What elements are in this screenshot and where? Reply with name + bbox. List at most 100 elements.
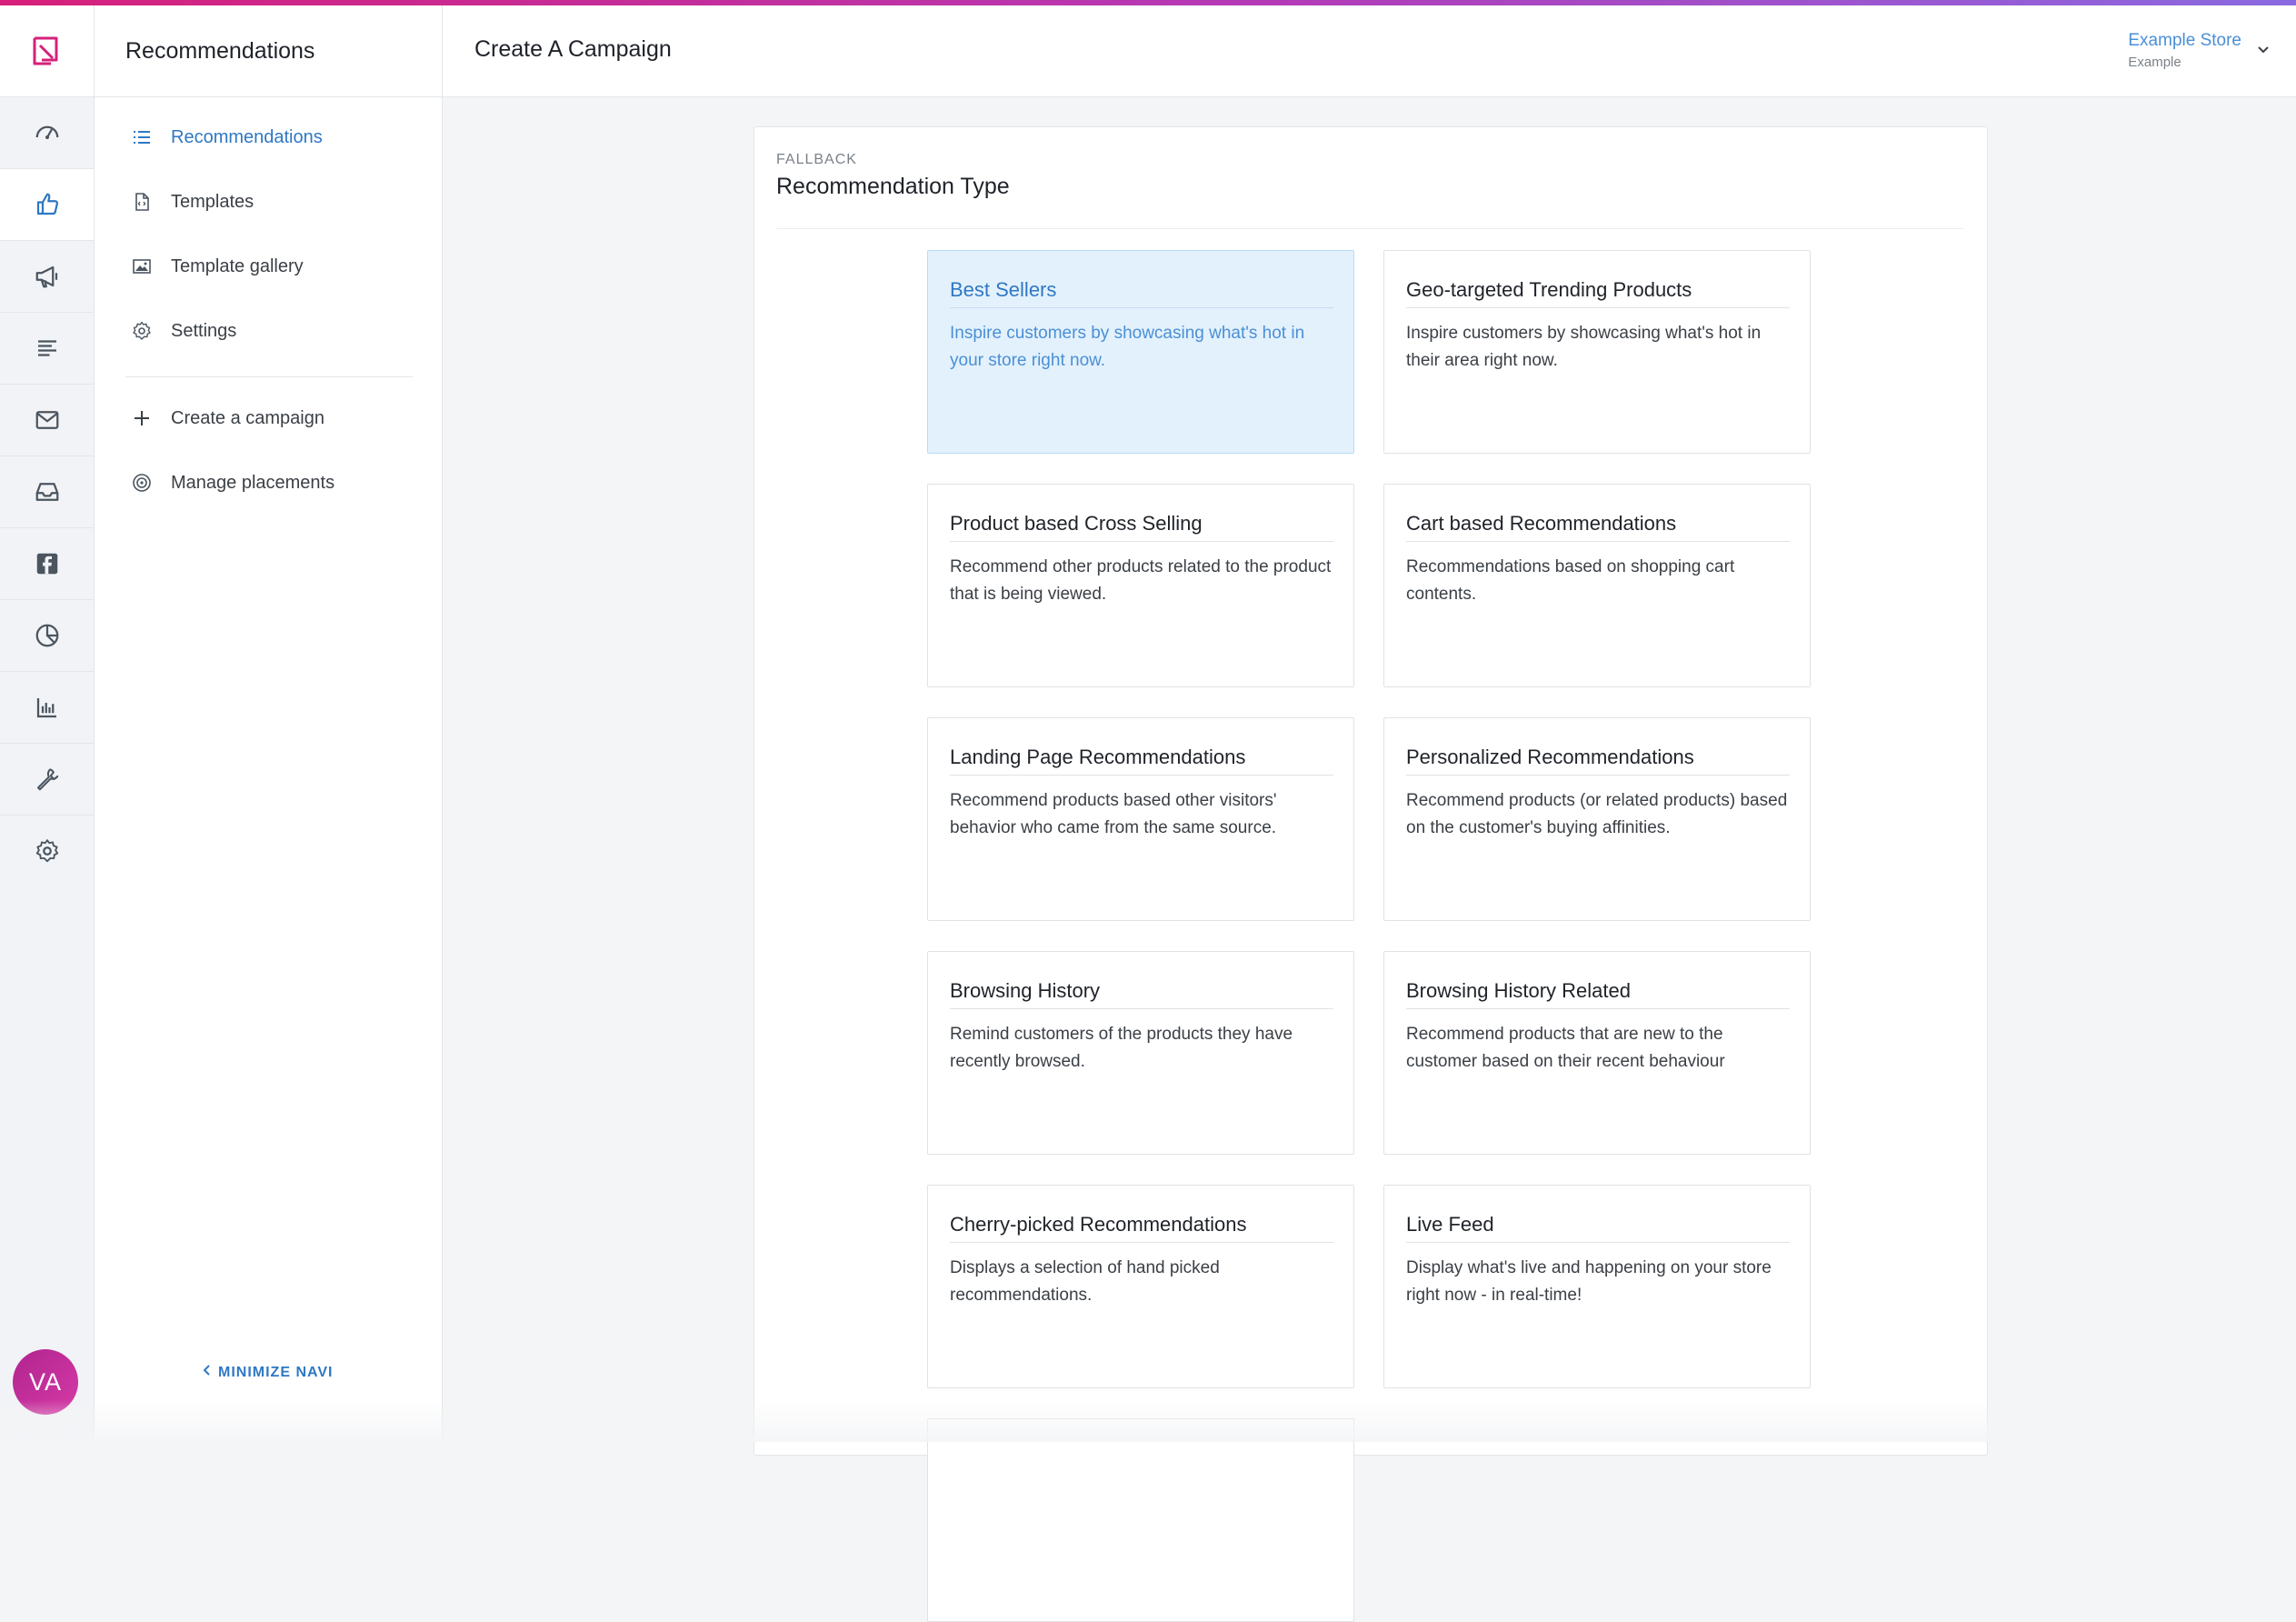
card-description: Inspire customers by showcasing what's h… — [1406, 324, 1762, 370]
app-logo[interactable] — [0, 5, 94, 97]
icon-rail: VA — [0, 5, 95, 1442]
plus-icon — [131, 407, 153, 429]
nav-item-label: Create a campaign — [171, 407, 324, 428]
card-title: Cherry-picked Recommendations — [950, 1213, 1247, 1236]
chevron-down-icon — [2256, 44, 2271, 60]
card-divider — [950, 307, 1333, 308]
store-name: Example Store — [2128, 31, 2241, 50]
page-title: Create A Campaign — [474, 36, 672, 62]
wrench-icon — [36, 768, 58, 791]
nav-item-label: Settings — [171, 320, 237, 341]
nav-item-template-gallery[interactable]: Template gallery — [131, 248, 304, 285]
card-divider — [1406, 1242, 1790, 1243]
rail-reports[interactable] — [0, 672, 94, 744]
nav-item-settings[interactable]: Settings — [131, 313, 236, 349]
card-title: Personalized Recommendations — [1406, 746, 1694, 768]
user-avatar[interactable]: VA — [13, 1349, 78, 1415]
minimize-navi-button[interactable]: MINIMIZE NAVI — [202, 1364, 333, 1381]
card-cart-based[interactable]: Cart based Recommendations Recommendatio… — [1383, 484, 1811, 687]
dashboard-icon — [35, 125, 58, 139]
card-geo-targeted-trending[interactable]: Geo-targeted Trending Products Inspire c… — [1383, 250, 1811, 454]
card-description: Inspire customers by showcasing what's h… — [950, 324, 1305, 370]
card-description: Recommend products (or related products)… — [1406, 791, 1788, 837]
panel-eyebrow: FALLBACK — [776, 152, 857, 167]
store-subtitle: Example — [2128, 55, 2181, 70]
nav-item-recommendations[interactable]: Recommendations — [131, 119, 323, 155]
gear-icon — [131, 320, 153, 342]
card-title: Product based Cross Selling — [950, 512, 1203, 535]
chevron-left-icon — [202, 1364, 213, 1381]
card-description: Displays a selection of hand picked reco… — [950, 1258, 1220, 1305]
target-icon — [131, 472, 153, 494]
thumbs-up-icon — [36, 193, 58, 215]
rail-settings[interactable] — [0, 816, 94, 886]
card-description: Remind customers of the products they ha… — [950, 1025, 1293, 1071]
card-title: Browsing History Related — [1406, 979, 1631, 1002]
inbox-icon — [35, 483, 58, 501]
card-partial[interactable] — [927, 1418, 1354, 1622]
secondary-nav: Recommendations Recommendations Template… — [95, 5, 443, 1442]
rail-email[interactable] — [0, 385, 94, 456]
gear-icon — [35, 839, 58, 863]
card-divider — [1406, 307, 1790, 308]
nav-item-manage-placements[interactable]: Manage placements — [131, 465, 334, 501]
card-divider — [1406, 1008, 1790, 1009]
card-title: Landing Page Recommendations — [950, 746, 1246, 768]
card-browsing-history[interactable]: Browsing History Remind customers of the… — [927, 951, 1354, 1155]
megaphone-icon — [35, 265, 57, 288]
pie-chart-icon — [35, 624, 58, 647]
card-title: Best Sellers — [950, 278, 1057, 301]
card-divider — [950, 1008, 1333, 1009]
card-description: Recommend products based other visitors'… — [950, 791, 1277, 837]
rail-inbox[interactable] — [0, 456, 94, 528]
card-divider — [950, 541, 1333, 542]
page-header: Create A Campaign Example Store Example — [443, 5, 2296, 97]
rail-tools[interactable] — [0, 744, 94, 816]
nav-item-label: Recommendations — [171, 126, 323, 147]
recommendation-type-panel: FALLBACK Recommendation Type Best Seller… — [754, 126, 1988, 1622]
nav-item-templates[interactable]: Templates — [131, 184, 254, 220]
list-icon — [37, 340, 56, 356]
card-live-feed[interactable]: Live Feed Display what's live and happen… — [1383, 1185, 1811, 1388]
rail-lists[interactable] — [0, 313, 94, 385]
store-switcher[interactable]: Example Store Example — [2128, 31, 2269, 70]
card-landing-page[interactable]: Landing Page Recommendations Recommend p… — [927, 717, 1354, 921]
card-best-sellers[interactable]: Best Sellers Inspire customers by showca… — [927, 250, 1354, 454]
card-personalized[interactable]: Personalized Recommendations Recommend p… — [1383, 717, 1811, 921]
card-title: Browsing History — [950, 979, 1101, 1002]
nav-divider — [125, 376, 413, 377]
rail-dashboard[interactable] — [0, 97, 94, 169]
nav-item-create-campaign[interactable]: Create a campaign — [131, 400, 324, 436]
card-title: Geo-targeted Trending Products — [1406, 278, 1692, 301]
panel-title: Recommendation Type — [776, 174, 1010, 199]
rail-facebook[interactable] — [0, 528, 94, 600]
file-code-icon — [131, 191, 153, 213]
nav-item-label: Template gallery — [171, 255, 304, 276]
card-cherry-picked[interactable]: Cherry-picked Recommendations Displays a… — [927, 1185, 1354, 1388]
card-divider — [1406, 775, 1790, 776]
card-description: Recommendations based on shopping cart c… — [1406, 557, 1735, 604]
card-title: Cart based Recommendations — [1406, 512, 1677, 535]
card-description: Display what's live and happening on you… — [1406, 1258, 1772, 1305]
subnav-title: Recommendations — [95, 5, 442, 97]
list-icon — [131, 126, 153, 148]
card-divider — [1406, 541, 1790, 542]
card-title: Live Feed — [1406, 1213, 1494, 1236]
card-description: Recommend other products related to the … — [950, 557, 1332, 604]
card-divider — [950, 775, 1333, 776]
image-icon — [131, 255, 153, 277]
rail-campaigns[interactable] — [0, 241, 94, 313]
nav-item-label: Templates — [171, 191, 255, 212]
logo-icon — [33, 36, 57, 65]
card-divider — [950, 1242, 1333, 1243]
minimize-navi-label: MINIMIZE NAVI — [218, 1364, 334, 1380]
rail-analytics[interactable] — [0, 600, 94, 672]
card-description: Recommend products that are new to the c… — [1406, 1025, 1725, 1071]
nav-item-label: Manage placements — [171, 472, 335, 493]
bar-chart-icon — [36, 698, 56, 718]
card-browsing-history-related[interactable]: Browsing History Related Recommend produ… — [1383, 951, 1811, 1155]
envelope-icon — [35, 411, 58, 429]
panel-divider — [776, 228, 1963, 229]
rail-recommendations[interactable] — [0, 169, 94, 241]
card-product-cross-selling[interactable]: Product based Cross Selling Recommend ot… — [927, 484, 1354, 687]
